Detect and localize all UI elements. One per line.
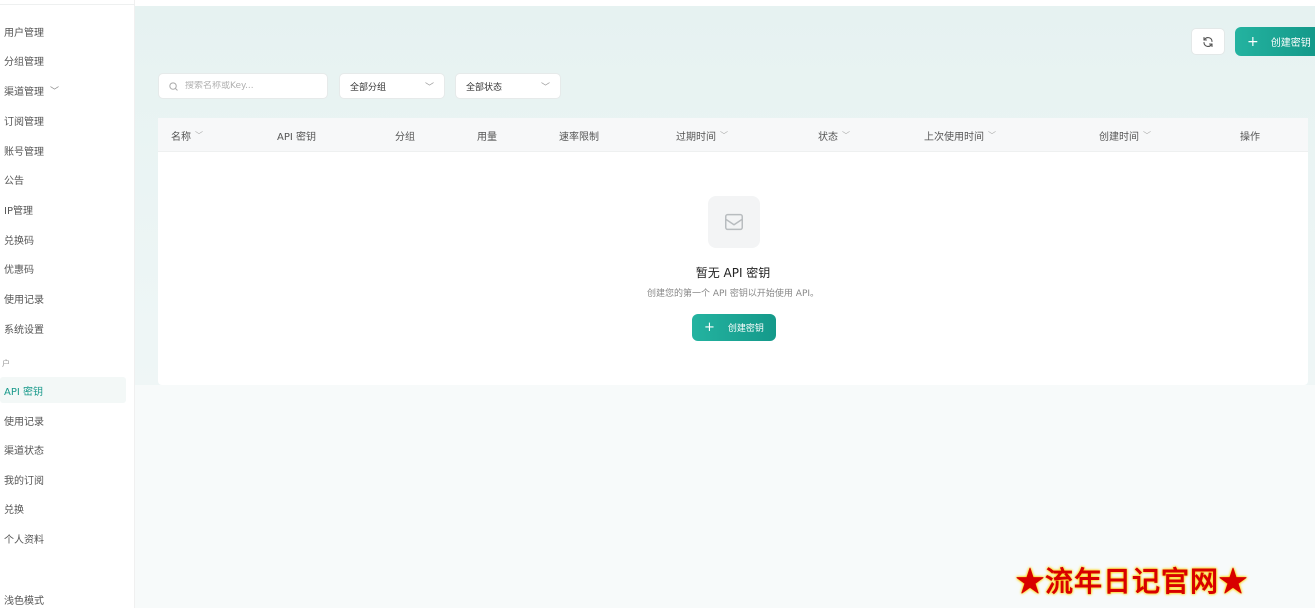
empty-state-box xyxy=(708,196,760,248)
column-last-used[interactable]: 上次使用时间 ﹀ xyxy=(924,118,996,152)
empty-create-key-button[interactable]: + 创建密钥 xyxy=(692,314,776,341)
sidebar-item-redeem-codes[interactable]: 兑换码 xyxy=(0,226,126,252)
refresh-icon xyxy=(1203,36,1213,47)
column-name[interactable]: 名称 ﹀ xyxy=(171,118,203,152)
sidebar-item-accounts[interactable]: 账号管理 xyxy=(0,137,126,163)
sidebar-item-profile[interactable]: 个人资料 xyxy=(0,525,126,551)
refresh-button[interactable] xyxy=(1191,28,1225,55)
sort-chevron-icon: ﹀ xyxy=(842,130,850,140)
sidebar-item-usage[interactable]: 使用记录 xyxy=(0,407,126,433)
sidebar-item-subscriptions[interactable]: 订阅管理 xyxy=(0,107,126,133)
empty-state-title: 暂无 API 密钥 xyxy=(695,266,771,280)
sidebar-top-divider xyxy=(0,4,135,5)
column-usage: 用量 xyxy=(477,131,497,143)
sort-chevron-icon: ﹀ xyxy=(195,130,203,140)
column-group: 分组 xyxy=(395,131,415,143)
column-api-key: API 密钥 xyxy=(277,131,316,143)
table-header: 名称 ﹀ API 密钥 分组 用量 速率限制 过期时间 ﹀ 状态 ﹀ 上次使用时间 ﹀ … xyxy=(158,118,1308,152)
sidebar: 用户管理 分组管理 渠道管理 ﹀ 订阅管理 账号管理 公告 IP管理 兑换码 优惠… xyxy=(0,0,135,608)
sidebar-item-coupons[interactable]: 优惠码 xyxy=(0,255,126,281)
plus-icon: + xyxy=(704,320,715,335)
theme-toggle[interactable]: 浅色模式 xyxy=(4,592,44,607)
create-key-button[interactable]: + 创建密钥 xyxy=(1235,27,1315,56)
sort-chevron-icon: ﹀ xyxy=(988,130,996,140)
chevron-down-icon: ﹀ xyxy=(424,82,434,93)
group-select[interactable]: 全部分组 ﹀ xyxy=(339,73,445,99)
sidebar-group-label: 户 xyxy=(2,359,10,368)
watermark-text: ★流年日记官网★ xyxy=(1016,565,1249,598)
column-rate-limit: 速率限制 xyxy=(559,131,599,143)
sort-chevron-icon: ﹀ xyxy=(720,130,728,140)
search-input[interactable] xyxy=(185,81,320,91)
column-expires[interactable]: 过期时间 ﹀ xyxy=(676,118,728,152)
status-select[interactable]: 全部状态 ﹀ xyxy=(455,73,561,99)
sidebar-item-ip[interactable]: IP管理 xyxy=(0,196,126,222)
column-actions: 操作 xyxy=(1240,131,1260,143)
sidebar-item-usage-admin[interactable]: 使用记录 xyxy=(0,285,126,311)
empty-state-description: 创建您的第一个 API 密钥以开始使用 API。 xyxy=(646,289,820,299)
chevron-down-icon: ﹀ xyxy=(540,82,550,93)
sidebar-item-channel-status[interactable]: 渠道状态 xyxy=(0,436,126,462)
api-keys-table: 名称 ﹀ API 密钥 分组 用量 速率限制 过期时间 ﹀ 状态 ﹀ 上次使用时间 ﹀ … xyxy=(158,118,1308,385)
sidebar-item-redeem[interactable]: 兑换 xyxy=(0,495,126,521)
plus-icon: + xyxy=(1247,33,1259,50)
inbox-icon xyxy=(725,213,743,231)
chevron-down-icon: ﹀ xyxy=(50,86,60,97)
column-status[interactable]: 状态 ﹀ xyxy=(818,118,850,152)
sidebar-item-announcements[interactable]: 公告 xyxy=(0,166,126,192)
sidebar-item-settings[interactable]: 系统设置 xyxy=(0,315,126,341)
sidebar-item-api-keys[interactable]: API 密钥 xyxy=(0,377,126,403)
sidebar-item-groups[interactable]: 分组管理 xyxy=(0,47,126,73)
sidebar-item-users[interactable]: 用户管理 xyxy=(0,18,126,44)
sort-chevron-icon: ﹀ xyxy=(1143,130,1151,140)
sidebar-item-my-subscriptions[interactable]: 我的订阅 xyxy=(0,466,126,492)
column-created[interactable]: 创建时间 ﹀ xyxy=(1099,118,1151,152)
sidebar-item-channels[interactable]: 渠道管理 ﹀ xyxy=(0,77,126,103)
search-field[interactable] xyxy=(158,73,328,99)
search-icon xyxy=(169,81,178,91)
